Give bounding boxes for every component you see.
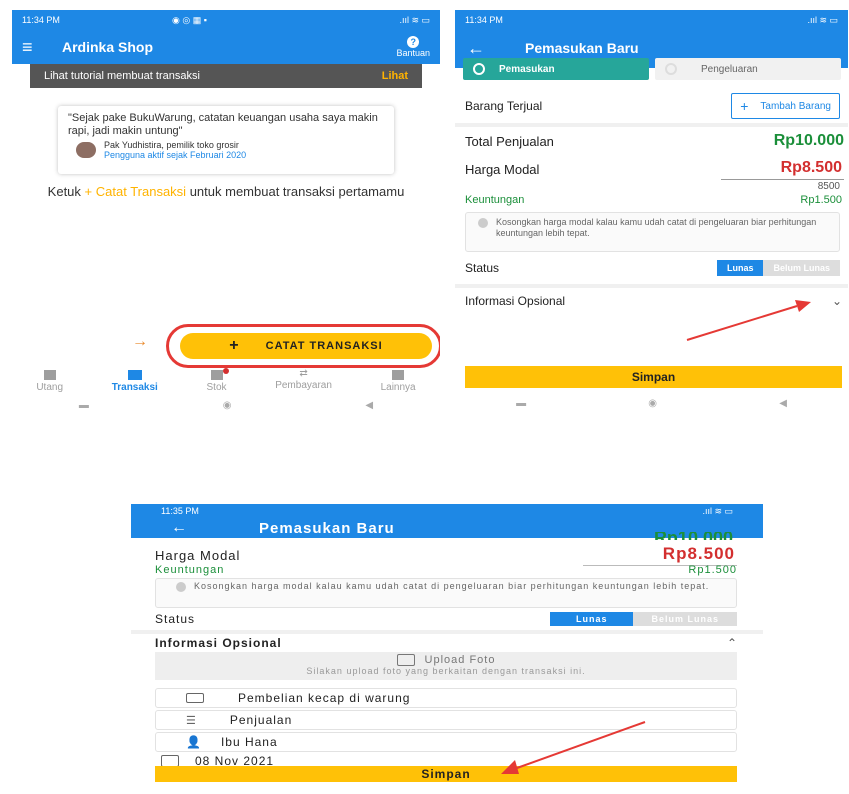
testimonial-card: "Sejak pake BukuWarung, catatan keuangan… (58, 106, 394, 174)
tutorial-banner[interactable]: Lihat tutorial membuat transaksi Lihat (30, 64, 422, 88)
nav-transaksi[interactable]: Transaksi (112, 368, 158, 394)
transaction-icon (127, 370, 142, 380)
testimonial-author: Pak Yudhistira, pemilik toko grosir (104, 140, 239, 150)
instruction-text: Ketuk + Catat Transaksi untuk membuat tr… (47, 184, 405, 199)
home-icon[interactable]: ◉ (648, 398, 657, 409)
app-bar: ≡ Ardinka Shop ? Bantuan (12, 30, 440, 64)
system-nav-bar: ▬ ◉ ◀ (12, 394, 440, 414)
arrow-annotation: → (132, 333, 148, 350)
payment-icon: ⇄ (299, 368, 308, 379)
record-transaction-label: CATAT TRANSAKSI (265, 340, 383, 352)
recents-icon[interactable]: ▬ (79, 400, 89, 411)
save-label: Simpan (631, 370, 676, 384)
status-time: 11:34 PM (22, 15, 60, 25)
nav-stok[interactable]: Stok (207, 368, 229, 394)
stock-icon (210, 370, 223, 380)
author-avatar (76, 142, 96, 158)
back-icon[interactable]: ◀ (779, 398, 787, 409)
screenshot-home: 11:34 PM ◉ ◎ ▦ ▪ .ııl ≋ ▭ ≡ Ardinka Shop… (12, 10, 440, 414)
nav-pembayaran[interactable]: ⇄ Pembayaran (275, 368, 332, 394)
tutorial-link[interactable]: Lihat (382, 70, 408, 82)
bottom-nav: Utang Transaksi Stok ⇄ Pembayaran Lainnya (12, 368, 440, 394)
plus-icon: + (229, 337, 240, 354)
menu-icon[interactable]: ≡ (22, 37, 62, 58)
nav-lainnya[interactable]: Lainnya (381, 368, 416, 394)
recents-icon[interactable]: ▬ (516, 398, 526, 409)
screenshot-income-form: 11:34 PM .ııl ≋ ▭ ← Pemasukan Baru Pemas… (455, 10, 848, 414)
back-icon[interactable]: ◀ (365, 400, 373, 411)
testimonial-quote: "Sejak pake BukuWarung, catatan keuangan… (68, 112, 378, 137)
home-icon[interactable]: ◉ (223, 400, 232, 411)
status-bar: 11:34 PM ◉ ◎ ▦ ▪ .ııl ≋ ▭ (12, 10, 440, 30)
help-label: Bantuan (396, 48, 430, 58)
screenshot-optional-info: 11:35 PM .ııl ≋ ▭ ← Pemasukan Baru Rp10.… (131, 504, 763, 794)
tutorial-text: Lihat tutorial membuat transaksi (44, 70, 200, 82)
system-nav-bar: ▬ ◉ ◀ (455, 392, 848, 414)
arrow-annotation (501, 721, 646, 774)
help-icon: ? (407, 36, 420, 48)
debt-icon (43, 370, 56, 380)
testimonial-since: Pengguna aktif sejak Februari 2020 (104, 150, 247, 160)
stock-badge (222, 368, 229, 374)
nav-utang[interactable]: Utang (36, 368, 63, 394)
save-button[interactable]: Simpan (465, 366, 842, 388)
help-button[interactable]: ? Bantuan (396, 36, 430, 58)
record-transaction-button[interactable]: + CATAT TRANSAKSI (180, 333, 432, 359)
instruction-highlight: + Catat Transaksi (84, 184, 187, 199)
status-icons: ◉ ◎ ▦ ▪ .ııl ≋ ▭ (172, 14, 430, 25)
more-icon (392, 370, 405, 380)
arrow-annotation (686, 300, 811, 341)
shop-title: Ardinka Shop (62, 39, 154, 55)
